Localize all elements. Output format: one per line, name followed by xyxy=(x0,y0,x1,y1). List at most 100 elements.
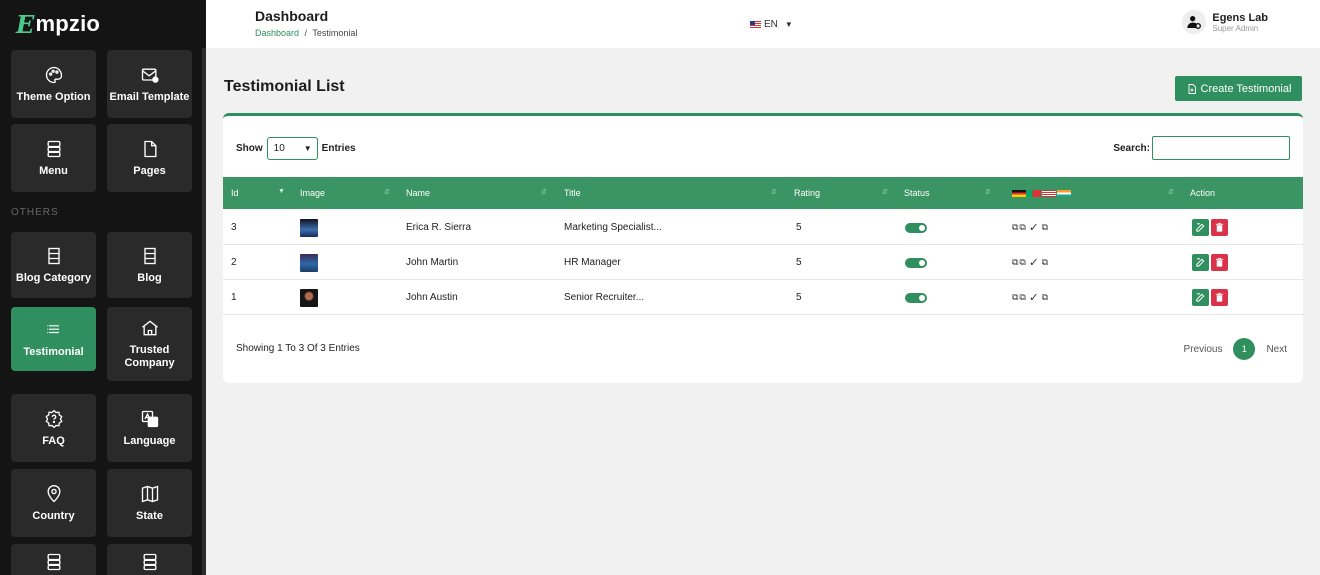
page-icon xyxy=(143,140,156,157)
delete-button[interactable] xyxy=(1211,219,1228,236)
cell-title: Marketing Specialist... xyxy=(564,222,662,233)
brand-logo[interactable]: E mpzio xyxy=(0,0,206,48)
sidebar-item-theme-option[interactable]: Theme Option xyxy=(11,50,96,118)
sidebar-item-country[interactable]: Country xyxy=(11,469,96,537)
sidebar-item-email-template[interactable]: Email Template xyxy=(107,50,192,118)
column-header-action[interactable]: Action xyxy=(1190,177,1215,209)
sidebar-item-pages[interactable]: Pages xyxy=(107,124,192,192)
column-header-label: Id xyxy=(231,188,239,198)
pagination-previous[interactable]: Previous xyxy=(1184,344,1223,355)
edit-icon xyxy=(1196,258,1205,267)
column-header-label: Status xyxy=(904,188,930,198)
show-label: Show xyxy=(236,143,263,154)
edit-button[interactable] xyxy=(1192,289,1209,306)
status-toggle[interactable] xyxy=(905,257,927,268)
sidebar-item-label: Blog Category xyxy=(15,271,92,284)
testimonial-icon xyxy=(46,324,59,333)
us-flag-icon xyxy=(750,21,761,28)
avatar xyxy=(300,218,318,237)
search-control: Search: xyxy=(1113,136,1290,160)
sidebar-item-blog-category[interactable]: Blog Category xyxy=(11,232,96,298)
palette-icon xyxy=(45,66,62,83)
sidebar-item-more-2[interactable] xyxy=(107,544,192,575)
cell-id: 1 xyxy=(231,292,237,303)
table-row: 2 John Martin HR Manager 5 ⧉⧉ ✓ ⧉ xyxy=(223,245,1303,280)
delete-button[interactable] xyxy=(1211,289,1228,306)
column-header-id[interactable]: Id xyxy=(231,177,239,209)
language-selector[interactable]: EN ▼ xyxy=(750,19,793,30)
language-label: EN xyxy=(764,19,778,30)
translation-icons[interactable]: ⧉⧉ ✓ ⧉ xyxy=(1012,280,1049,315)
sidebar-item-label: State xyxy=(136,509,163,522)
cell-id: 2 xyxy=(231,257,237,268)
sidebar-item-blog[interactable]: Blog xyxy=(107,232,192,298)
translation-icons[interactable]: ⧉⧉ ✓ ⧉ xyxy=(1012,210,1049,245)
language-flags-icon xyxy=(1012,189,1071,197)
sidebar-item-trusted-company[interactable]: Trusted Company xyxy=(107,307,192,381)
sidebar-item-more-1[interactable] xyxy=(11,544,96,575)
edit-icon xyxy=(1196,223,1205,232)
sidebar-item-language[interactable]: Language xyxy=(107,394,192,462)
table-row: 3 Erica R. Sierra Marketing Specialist..… xyxy=(223,210,1303,245)
pagination-page-1[interactable]: 1 xyxy=(1233,338,1256,360)
sidebar-item-label: Country xyxy=(32,509,75,522)
list-icon xyxy=(47,247,60,264)
trash-icon xyxy=(1215,257,1224,267)
search-input[interactable] xyxy=(1152,136,1290,160)
sort-icon: ⇵ xyxy=(384,189,390,196)
user-name: Egens Lab xyxy=(1212,11,1268,24)
delete-button[interactable] xyxy=(1211,254,1228,271)
sidebar-item-menu[interactable]: Menu xyxy=(11,124,96,192)
sidebar-scrollbar[interactable] xyxy=(202,48,206,575)
column-header-label: Name xyxy=(406,188,431,198)
sidebar-item-label: Menu xyxy=(39,164,68,177)
column-header-translations[interactable] xyxy=(1012,177,1071,209)
translate-icon xyxy=(141,410,158,427)
column-header-status[interactable]: Status xyxy=(904,177,930,209)
sidebar-item-label: Email Template xyxy=(109,90,190,103)
avatar xyxy=(300,253,318,272)
sort-asc-icon: ▼ xyxy=(278,188,285,195)
user-menu[interactable]: Egens Lab Super Admin xyxy=(1182,10,1268,34)
translation-icons[interactable]: ⧉⧉ ✓ ⧉ xyxy=(1012,245,1049,280)
sidebar-section-label: OTHERS xyxy=(11,207,59,218)
sidebar-item-testimonial[interactable]: Testimonial xyxy=(11,307,96,371)
menu-stack-icon xyxy=(47,140,60,157)
search-label: Search: xyxy=(1113,142,1150,154)
cell-name: John Martin xyxy=(406,257,459,268)
map-icon xyxy=(141,485,158,503)
create-testimonial-button[interactable]: Create Testimonial xyxy=(1175,76,1302,101)
cell-id: 3 xyxy=(231,222,237,233)
sort-icon: ⇵ xyxy=(882,189,888,196)
sidebar-item-state[interactable]: State xyxy=(107,469,192,537)
status-toggle[interactable] xyxy=(905,292,927,303)
sidebar-item-label: Blog xyxy=(137,271,162,284)
column-header-image[interactable]: Image xyxy=(300,177,325,209)
edit-button[interactable] xyxy=(1192,254,1209,271)
user-gear-icon xyxy=(1182,10,1207,34)
status-toggle[interactable] xyxy=(905,222,927,233)
cell-name: Erica R. Sierra xyxy=(406,222,472,233)
table-header: Id ▼ Image ⇵ Name ⇵ Title ⇵ Rating ⇵ Sta… xyxy=(223,177,1303,209)
breadcrumb: Dashboard / Testimonial xyxy=(255,28,357,38)
column-header-rating[interactable]: Rating xyxy=(794,177,820,209)
edit-button[interactable] xyxy=(1192,219,1209,236)
column-header-title[interactable]: Title xyxy=(564,177,581,209)
sidebar: E mpzio Theme Option Email Template Menu… xyxy=(0,0,206,575)
sidebar-item-label: Language xyxy=(123,434,176,447)
column-header-label: Image xyxy=(300,188,326,198)
menu-stack-icon xyxy=(47,553,60,571)
column-header-label: Action xyxy=(1190,188,1216,198)
pagination-next[interactable]: Next xyxy=(1266,344,1287,355)
column-header-name[interactable]: Name xyxy=(406,177,430,209)
breadcrumb-home[interactable]: Dashboard xyxy=(255,28,299,38)
sidebar-item-label: Testimonial xyxy=(23,345,84,358)
sidebar-item-label: Pages xyxy=(133,164,166,177)
entries-label: Entries xyxy=(321,143,356,154)
sidebar-item-faq[interactable]: FAQ xyxy=(11,394,96,462)
cell-rating: 5 xyxy=(796,292,802,303)
entries-select[interactable]: 10 ▼ xyxy=(266,137,318,160)
entries-select-value: 10 xyxy=(273,143,285,154)
question-icon xyxy=(44,409,63,428)
mail-plus-icon xyxy=(141,68,159,83)
